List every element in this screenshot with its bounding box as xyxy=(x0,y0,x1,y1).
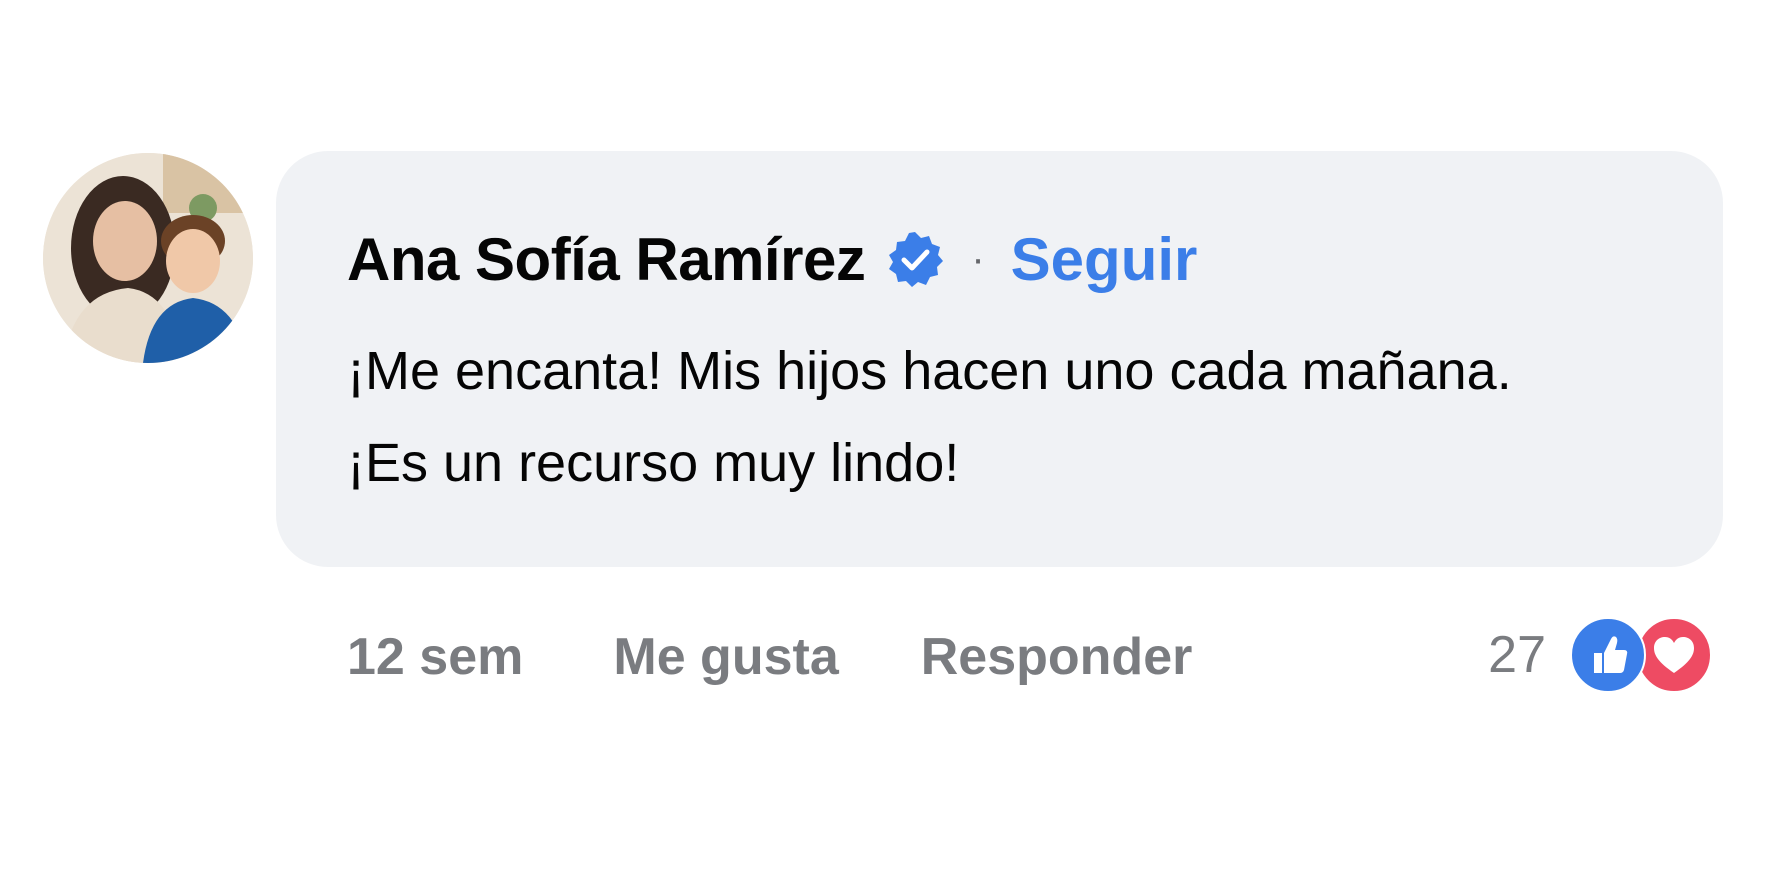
verified-badge-icon xyxy=(885,229,945,289)
reply-button[interactable]: Responder xyxy=(921,627,1193,687)
comment-bubble: Ana Sofía Ramírez · Seguir ¡Me encanta! … xyxy=(276,151,1723,567)
comment-text-line: ¡Es un recurso muy lindo! xyxy=(347,433,960,493)
author-name[interactable]: Ana Sofía Ramírez xyxy=(347,225,866,294)
reactions-summary[interactable]: 27 xyxy=(1488,617,1712,693)
follow-button[interactable]: Seguir xyxy=(1011,225,1198,294)
comment-text-line: ¡Me encanta! Mis hijos hacen uno cada ma… xyxy=(347,341,1512,401)
separator-dot: · xyxy=(971,237,985,281)
like-button[interactable]: Me gusta xyxy=(613,627,838,687)
love-reaction-icon xyxy=(1636,617,1712,693)
author-avatar[interactable] xyxy=(43,153,253,363)
avatar-photo-icon xyxy=(43,153,253,363)
comment-header: Ana Sofía Ramírez · Seguir xyxy=(347,223,1197,295)
comment-timestamp[interactable]: 12 sem xyxy=(347,627,523,687)
comment-actions: 12 sem Me gusta Responder xyxy=(347,622,1192,692)
like-reaction-icon xyxy=(1570,617,1646,693)
reaction-count: 27 xyxy=(1488,626,1546,684)
comment-text: ¡Me encanta! Mis hijos hacen uno cada ma… xyxy=(347,325,1677,509)
reaction-icons xyxy=(1570,617,1712,693)
comment-container: Ana Sofía Ramírez · Seguir ¡Me encanta! … xyxy=(0,0,1785,881)
